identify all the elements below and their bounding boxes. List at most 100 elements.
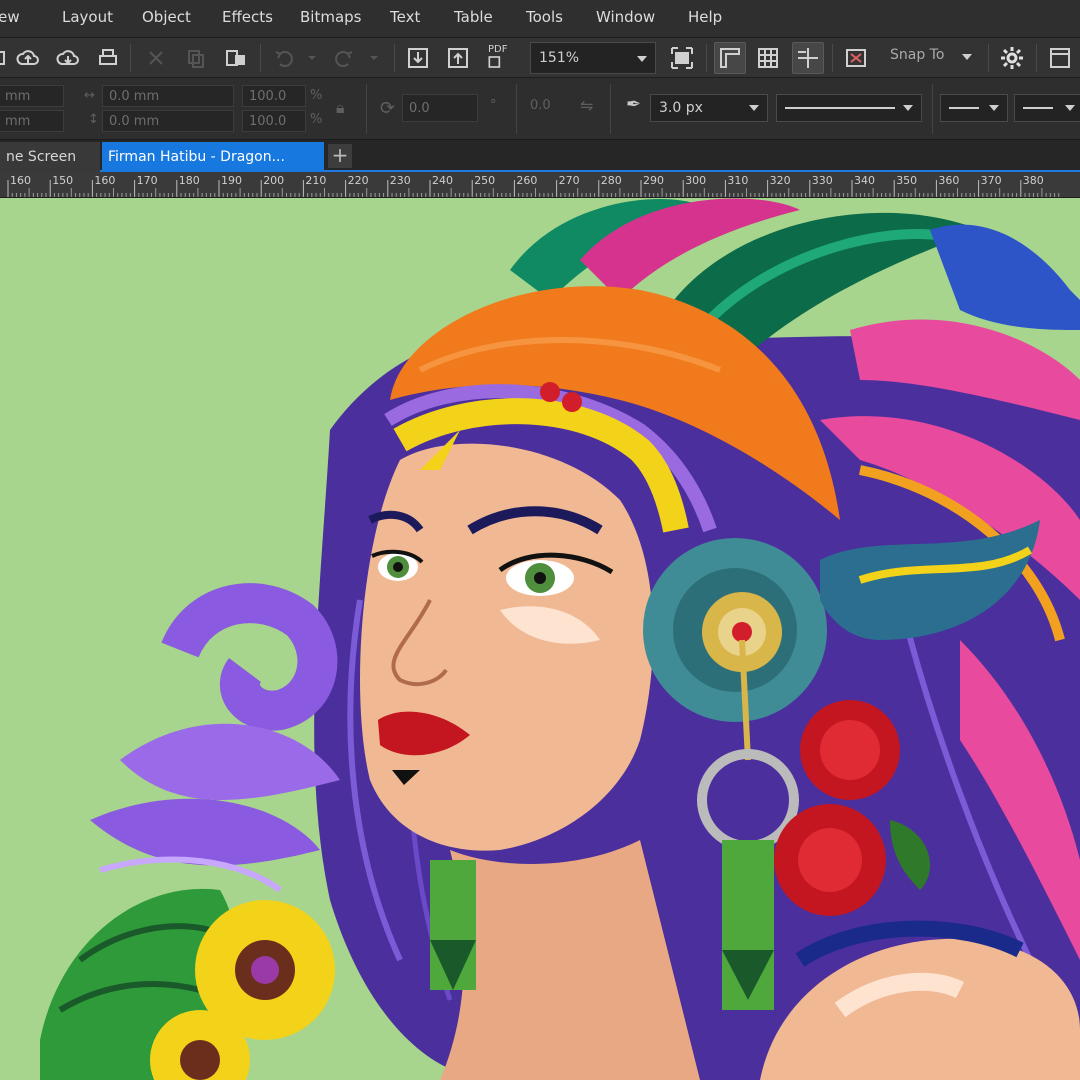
ruler-tick-label: 360 <box>938 174 960 187</box>
scale-height-value: 100.0 <box>249 113 287 129</box>
full-screen-icon[interactable] <box>666 42 698 74</box>
menu-window[interactable]: Window <box>596 8 655 26</box>
rotation-angle-value: 0.0 <box>409 100 430 116</box>
end-arrowhead-combo[interactable] <box>1014 94 1080 122</box>
height-field[interactable]: 0.0 mm <box>102 110 234 132</box>
show-rulers-icon[interactable] <box>714 42 746 74</box>
ruler-tick-label: 330 <box>811 174 833 187</box>
y-position-field[interactable]: mm <box>0 110 64 132</box>
outline-width-value: 3.0 px <box>659 100 703 116</box>
menu-layout[interactable]: Layout <box>62 8 113 26</box>
line-style-preview <box>785 107 895 109</box>
ruler-tick-label: 200 <box>263 174 285 187</box>
cut-icon[interactable] <box>140 42 172 74</box>
ruler-tick-label: 190 <box>221 174 242 187</box>
ruler-tick-label: 230 <box>389 174 411 187</box>
property-bar: mm mm ↔ ↕ 0.0 mm 0.0 mm 100.0 100.0 % % … <box>0 78 1080 140</box>
app-launcher-icon[interactable] <box>1044 42 1076 74</box>
width-field[interactable]: 0.0 mm <box>102 85 234 107</box>
toolbar-separator <box>832 44 833 72</box>
scale-height-field[interactable]: 100.0 <box>242 110 306 132</box>
arrowhead-preview <box>949 107 979 109</box>
zoom-value: 151% <box>539 50 580 66</box>
start-arrowhead-combo[interactable] <box>940 94 1008 122</box>
scale-width-value: 100.0 <box>249 88 287 104</box>
property-separator <box>366 84 367 134</box>
ruler-tick-label: 310 <box>727 174 749 187</box>
ruler-tick-label: 170 <box>136 174 158 187</box>
menu-bitmaps[interactable]: Bitmaps <box>300 8 361 26</box>
ruler-tick-label: 380 <box>1022 174 1044 187</box>
ruler-tick-label: 240 <box>432 174 453 187</box>
lock-ratio-icon[interactable]: 🔒︎ <box>336 98 345 118</box>
toolbar-separator <box>130 44 131 72</box>
menu-table[interactable]: Table <box>454 8 493 26</box>
menu-object[interactable]: Object <box>142 8 191 26</box>
chevron-down-icon <box>1065 105 1075 111</box>
copy-icon[interactable] <box>180 42 212 74</box>
paste-icon[interactable] <box>220 42 252 74</box>
pdf-icon <box>488 56 501 68</box>
zoom-level-combo[interactable]: 151% <box>530 42 656 74</box>
percent-label: % <box>310 88 323 103</box>
cloud-upload-icon[interactable] <box>12 42 44 74</box>
ruler-tick-label: 320 <box>769 174 791 187</box>
document-tab-bar: ne Screen Firman Hatibu - Dragon... + <box>0 140 1080 172</box>
menu-text[interactable]: Text <box>390 8 420 26</box>
show-guidelines-icon[interactable] <box>792 42 824 74</box>
tab-welcome-screen[interactable]: ne Screen <box>0 142 100 172</box>
ruler-tick-label: 370 <box>980 174 1002 187</box>
tab-document-label: Firman Hatibu - Dragon... <box>108 149 285 165</box>
show-grid-icon[interactable] <box>752 42 784 74</box>
tab-document[interactable]: Firman Hatibu - Dragon... <box>102 142 324 172</box>
undo-dropdown-icon[interactable] <box>296 42 328 74</box>
scale-width-field[interactable]: 100.0 <box>242 85 306 107</box>
pen-nib-icon: ✒︎ <box>626 94 642 115</box>
degree-symbol: ° <box>490 98 497 113</box>
ruler-tick-label: 340 <box>854 174 875 187</box>
snap-to-chevron-icon[interactable] <box>962 54 972 60</box>
redo-dropdown-icon[interactable] <box>358 42 390 74</box>
artwork-illustration[interactable] <box>0 198 1080 1080</box>
export-icon[interactable] <box>442 42 474 74</box>
toolbar-separator <box>706 44 707 72</box>
property-separator <box>516 84 517 134</box>
ruler-tick-label: 220 <box>347 174 369 187</box>
cloud-download-icon[interactable] <box>52 42 84 74</box>
rotation-angle-field[interactable]: 0.0 <box>402 94 478 122</box>
ruler-tick-label: 290 <box>643 174 664 187</box>
line-style-combo[interactable] <box>776 94 922 122</box>
menu-bar: iew Layout Object Effects Bitmaps Text T… <box>0 0 1080 38</box>
redo-icon[interactable] <box>328 42 360 74</box>
snap-to-label[interactable]: Snap To <box>890 47 944 63</box>
export-pdf-button[interactable]: PDF <box>482 42 514 74</box>
ruler-tick-label: 260 <box>516 174 538 187</box>
height-arrow-icon: ↕ <box>88 112 99 127</box>
y-unit: mm <box>5 113 31 129</box>
drawing-canvas[interactable] <box>0 198 1080 1080</box>
ruler-tick-label: 300 <box>685 174 707 187</box>
menu-help[interactable]: Help <box>688 8 722 26</box>
import-icon[interactable] <box>402 42 434 74</box>
x-unit: mm <box>5 88 31 104</box>
ruler-tick-label: 280 <box>600 174 622 187</box>
settings-gear-icon[interactable] <box>996 42 1028 74</box>
chevron-down-icon <box>749 105 759 111</box>
outline-width-combo[interactable]: 3.0 px <box>650 94 768 122</box>
ruler-tick-label: 350 <box>896 174 918 187</box>
x-position-field[interactable]: mm <box>0 85 64 107</box>
print-icon[interactable] <box>92 42 124 74</box>
width-arrow-icon: ↔ <box>84 88 95 103</box>
ruler-ticks <box>7 180 1060 197</box>
property-separator <box>610 84 611 134</box>
menu-view[interactable]: iew <box>0 8 20 26</box>
snap-off-icon[interactable] <box>840 42 872 74</box>
mirror-icon[interactable]: ⇋ <box>580 96 593 115</box>
add-tab-icon[interactable]: + <box>328 144 352 168</box>
menu-effects[interactable]: Effects <box>222 8 273 26</box>
menu-tools[interactable]: Tools <box>526 8 563 26</box>
horizontal-ruler[interactable]: 160 150 160 170 180 190 200 210 220 230 240 250 260 2… <box>0 172 1080 198</box>
nudge-value[interactable]: 0.0 <box>530 98 551 113</box>
percent-label: % <box>310 112 323 127</box>
ruler-tick-label: 180 <box>178 174 200 187</box>
